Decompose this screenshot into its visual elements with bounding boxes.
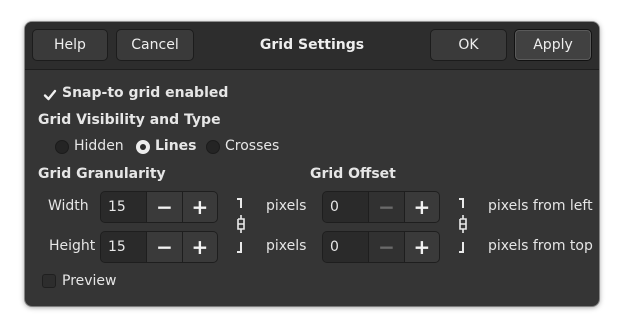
check-icon — [43, 89, 57, 101]
width-decrement-button[interactable]: − — [146, 192, 182, 222]
dialog-title: Grid Settings — [259, 37, 365, 53]
width-input[interactable]: 15 — [101, 192, 147, 222]
radio-hidden-label[interactable]: Hidden — [74, 138, 124, 154]
dialog-header: Help Cancel Grid Settings OK Apply — [25, 22, 599, 70]
granularity-chain-link-icon[interactable] — [232, 196, 250, 256]
visibility-heading: Grid Visibility and Type — [38, 112, 221, 128]
offset-x-increment-button[interactable]: + — [403, 192, 439, 222]
offset-x-decrement-button[interactable]: − — [368, 192, 404, 222]
radio-lines-label[interactable]: Lines — [155, 138, 197, 154]
height-decrement-button[interactable]: − — [146, 232, 182, 262]
offset-y-spinbutton[interactable]: 0 − + — [322, 231, 440, 263]
snap-checkbox[interactable] — [42, 87, 57, 101]
granularity-heading: Grid Granularity — [38, 166, 166, 182]
preview-checkbox[interactable] — [42, 274, 56, 288]
minus-icon: − — [156, 195, 173, 219]
apply-button[interactable]: Apply — [514, 29, 592, 61]
plus-icon: + — [191, 235, 209, 259]
radio-hidden[interactable] — [55, 140, 69, 154]
cancel-button[interactable]: Cancel — [116, 29, 194, 61]
height-input[interactable]: 15 — [101, 232, 147, 262]
height-unit: pixels — [266, 238, 307, 254]
plus-icon: + — [413, 195, 431, 219]
help-button[interactable]: Help — [32, 29, 108, 61]
offset-y-input[interactable]: 0 — [323, 232, 369, 262]
width-unit: pixels — [266, 198, 307, 214]
width-increment-button[interactable]: + — [181, 192, 217, 222]
radio-crosses-label[interactable]: Crosses — [225, 138, 279, 154]
radio-lines[interactable] — [136, 140, 150, 154]
offset-x-spinbutton[interactable]: 0 − + — [322, 191, 440, 223]
offset-y-decrement-button[interactable]: − — [368, 232, 404, 262]
minus-icon: − — [378, 235, 395, 259]
minus-icon: − — [378, 195, 395, 219]
height-label: Height — [49, 238, 96, 254]
plus-icon: + — [413, 235, 431, 259]
width-spinbutton[interactable]: 15 − + — [100, 191, 218, 223]
offset-top-unit: pixels from top — [488, 238, 593, 254]
offset-heading: Grid Offset — [310, 166, 396, 182]
offset-x-input[interactable]: 0 — [323, 192, 369, 222]
ok-button[interactable]: OK — [430, 29, 507, 61]
grid-settings-dialog: Help Cancel Grid Settings OK Apply Snap-… — [25, 22, 599, 306]
width-label: Width — [48, 198, 89, 214]
offset-left-unit: pixels from left — [488, 198, 593, 214]
preview-label[interactable]: Preview — [62, 273, 117, 289]
snap-label[interactable]: Snap-to grid enabled — [62, 85, 228, 101]
height-increment-button[interactable]: + — [181, 232, 217, 262]
offset-chain-link-icon[interactable] — [454, 196, 472, 256]
plus-icon: + — [191, 195, 209, 219]
minus-icon: − — [156, 235, 173, 259]
radio-crosses[interactable] — [206, 140, 220, 154]
height-spinbutton[interactable]: 15 − + — [100, 231, 218, 263]
offset-y-increment-button[interactable]: + — [403, 232, 439, 262]
